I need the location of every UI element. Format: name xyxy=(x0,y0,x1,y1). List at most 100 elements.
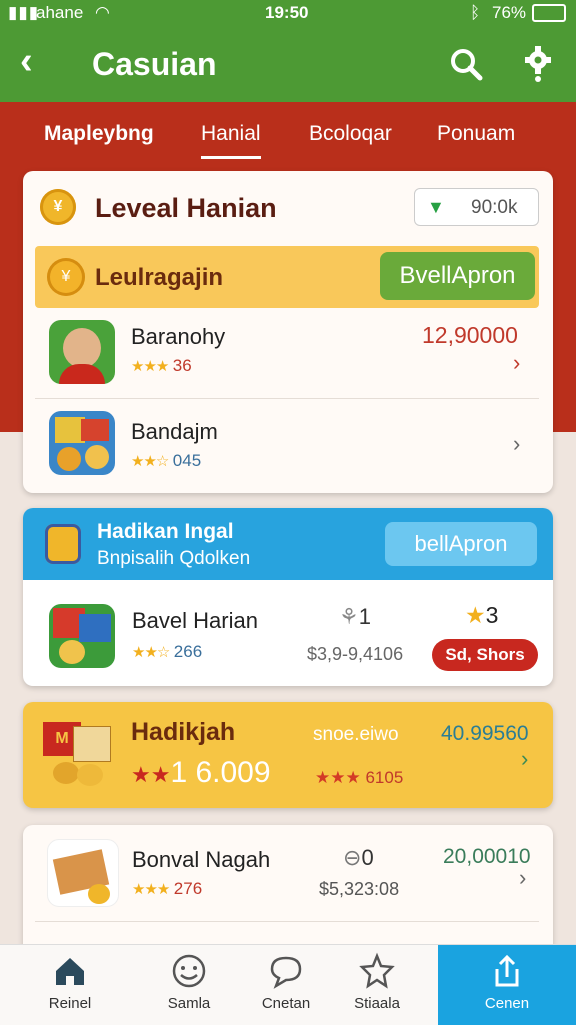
nav-label: Reinel xyxy=(48,995,92,1012)
stars-icon: ★★☆ xyxy=(131,453,169,470)
stars-icon: ★★★ xyxy=(132,881,170,898)
timer-icon: ⊖ xyxy=(343,845,362,870)
tab-mapleybng[interactable]: Mapleybng xyxy=(44,122,154,146)
stars-icon: ★★★ xyxy=(131,358,169,375)
rating-value: 266 xyxy=(173,642,203,661)
app-bar: ‹ Casuian xyxy=(0,26,576,102)
nav-label: Samla xyxy=(167,995,211,1012)
section-subtitle: Bnpisalih Qdolken xyxy=(97,548,251,569)
rating: ★★★ 276 xyxy=(132,879,202,899)
item-value: 20,00010 xyxy=(443,845,531,868)
tab-hanial[interactable]: Hanial xyxy=(201,122,261,159)
rating: ★★☆ 045 xyxy=(131,451,201,471)
star-icon xyxy=(359,952,395,989)
smile-icon xyxy=(172,954,206,988)
rating-value: 36 xyxy=(172,356,192,375)
member-count-value: 1 xyxy=(358,604,371,629)
game-thumbnail xyxy=(47,839,119,907)
list-item[interactable]: Baranohy ★★★ 36 12,90000 › xyxy=(35,308,539,399)
rating-value: 6105 xyxy=(365,768,404,787)
rating: ★★★ 6105 xyxy=(315,768,403,788)
banner-label: Leulragajin xyxy=(95,264,224,291)
chat-icon xyxy=(270,956,302,989)
item-name: Bonval Nagah xyxy=(132,847,271,872)
page-title: Casuian xyxy=(92,46,217,82)
star-icon: ★ xyxy=(465,602,486,628)
banner: ¥ Leulragajin BvellApron xyxy=(35,246,539,308)
back-icon[interactable]: ‹ xyxy=(20,40,33,83)
battery-icon xyxy=(532,4,566,22)
bluetooth-icon: ᛒ xyxy=(470,3,481,22)
avatar xyxy=(49,320,115,384)
nav-samla[interactable]: Samla xyxy=(141,945,237,1025)
item-name: Bandajm xyxy=(131,419,218,444)
carrier-label: ahane xyxy=(36,3,84,22)
rating-value: 276 xyxy=(173,879,203,898)
big-value-text: 1 6.009 xyxy=(170,756,271,789)
star-count-value: 3 xyxy=(485,602,499,628)
blue-header: Hadikan Ingal Bnpisalih Qdolken bellApro… xyxy=(23,508,553,580)
nav-stiaala[interactable]: Stiaala xyxy=(329,945,425,1025)
divider xyxy=(35,921,539,922)
gift-icon xyxy=(45,524,81,564)
nav-label: Cenen xyxy=(484,995,530,1012)
chevron-right-icon[interactable]: › xyxy=(513,431,520,457)
signal-icon: ▮▮▮ xyxy=(8,3,40,22)
item-value: 12,90000 xyxy=(422,322,518,348)
star-count: ★3 xyxy=(465,602,498,629)
nav-cnetan[interactable]: Cnetan xyxy=(238,945,334,1025)
big-value: ★★1 6.009 xyxy=(131,756,271,790)
chevron-right-icon[interactable]: › xyxy=(519,865,526,891)
badge-value: 90:0k xyxy=(471,197,518,218)
nav-home[interactable]: Reinel xyxy=(22,945,118,1025)
status-bar: ▮▮▮ ahane ◠ 19:50 ᛒ 76% xyxy=(0,0,576,26)
stars-icon: ★★☆ xyxy=(132,644,170,661)
home-icon xyxy=(56,958,84,985)
list-item[interactable]: Bavel Harian ★★☆ 266 ⚘1 ★3 $3,9-9,4106 S… xyxy=(23,580,553,686)
nav-label: Stiaala xyxy=(354,995,400,1012)
list-item[interactable]: Bandajm ★★☆ 045 › xyxy=(35,399,539,489)
arrow-down-icon: ▼ xyxy=(427,197,445,217)
item-name: Baranohy xyxy=(131,324,226,349)
gear-icon[interactable] xyxy=(520,44,556,84)
nav-cenen[interactable]: Cenen xyxy=(438,945,576,1025)
price: $3,9-9,4106 xyxy=(307,644,404,664)
star-icon: ★★ xyxy=(131,762,171,787)
banner-button[interactable]: BvellApron xyxy=(380,252,535,300)
game-thumbnail xyxy=(49,411,115,475)
item-value: 40.99560 xyxy=(441,722,529,745)
wifi-icon: ◠ xyxy=(95,3,110,22)
rating: ★★★ 36 xyxy=(131,356,192,376)
ticket-icon: M xyxy=(43,722,113,788)
item-name: Bavel Harian xyxy=(132,608,258,633)
bottom-nav: Reinel Samla Cnetan Stiaala Cenen xyxy=(0,944,576,1025)
tab-ponuam[interactable]: Ponuam xyxy=(437,122,515,146)
section-button[interactable]: bellApron xyxy=(385,522,537,566)
section-title: Hadikan Ingal xyxy=(97,520,234,543)
tab-bcoloqar[interactable]: Bcoloqar xyxy=(309,122,392,146)
nav-label: Cnetan xyxy=(261,995,311,1012)
chevron-right-icon[interactable]: › xyxy=(513,350,520,376)
badge[interactable]: ▼ 90:0k xyxy=(414,188,539,226)
price: $5,323:08 xyxy=(319,879,400,899)
rating-value: 045 xyxy=(172,451,202,470)
mid-value: snoe.eiwo xyxy=(313,724,399,745)
card-title: Leveal Hanian xyxy=(95,193,277,223)
level-card: ¥ Leveal Hanian ▼ 90:0k ¥ Leulragajin Bv… xyxy=(23,171,553,493)
coin-icon: ¥ xyxy=(40,189,76,225)
rating: ★★☆ 266 xyxy=(132,642,202,662)
section-title: Hadikjah xyxy=(131,718,236,746)
shorts-pill[interactable]: Sd, Shors xyxy=(432,639,538,671)
search-icon[interactable] xyxy=(448,46,484,82)
hadikan-card: Hadikan Ingal Bnpisalih Qdolken bellApro… xyxy=(23,508,553,686)
count: ⊖0 xyxy=(343,845,374,871)
count-value: 0 xyxy=(361,845,374,870)
chevron-right-icon[interactable]: › xyxy=(521,746,528,772)
battery-label: 76% xyxy=(492,3,527,22)
clock: 19:50 xyxy=(265,3,309,22)
tab-bar: Mapleybng Hanial Bcoloqar Ponuam xyxy=(0,102,576,166)
stars-icon: ★★★ xyxy=(315,768,361,787)
hadikjah-card[interactable]: M Hadikjah ★★1 6.009 snoe.eiwo ★★★ 6105 … xyxy=(23,702,553,808)
user-icon: ⚘ xyxy=(339,604,359,629)
member-count: ⚘1 xyxy=(339,604,371,630)
